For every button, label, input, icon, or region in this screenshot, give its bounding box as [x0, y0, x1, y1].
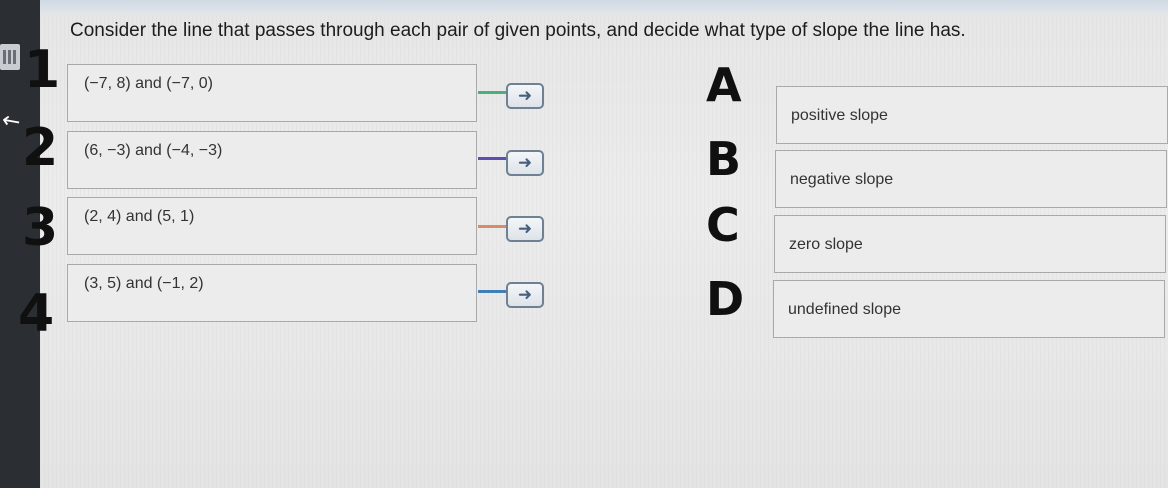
item-number-2: 2	[22, 118, 59, 178]
question-box-2[interactable]: (6, −3) and (−4, −3)	[67, 131, 477, 189]
answer-box-b[interactable]: negative slope	[775, 150, 1167, 208]
question-text: (2, 4) and (5, 1)	[84, 208, 195, 225]
match-button-1[interactable]: ➜	[506, 83, 544, 109]
question-box-3[interactable]: (2, 4) and (5, 1)	[67, 197, 477, 255]
match-button-2[interactable]: ➜	[506, 150, 544, 176]
calculator-icon[interactable]	[0, 44, 20, 70]
answer-box-d[interactable]: undefined slope	[773, 280, 1165, 338]
arrow-right-icon: ➜	[517, 219, 533, 238]
answer-letter-b: B	[706, 132, 742, 186]
item-number-3: 3	[22, 198, 59, 258]
question-box-1[interactable]: (−7, 8) and (−7, 0)	[67, 64, 477, 122]
answer-text: zero slope	[789, 236, 863, 253]
answer-letter-a: A	[706, 58, 742, 112]
question-prompt: Consider the line that passes through ea…	[70, 20, 966, 41]
question-text: (−7, 8) and (−7, 0)	[84, 75, 213, 92]
match-button-3[interactable]: ➜	[506, 216, 544, 242]
answer-letter-d: D	[706, 272, 745, 326]
connector-line-4	[478, 290, 508, 293]
answer-text: positive slope	[791, 107, 888, 124]
answer-box-a[interactable]: positive slope	[776, 86, 1168, 144]
answer-text: undefined slope	[788, 301, 901, 318]
answer-text: negative slope	[790, 171, 894, 188]
connector-line-2	[478, 157, 508, 160]
question-text: (6, −3) and (−4, −3)	[84, 142, 223, 159]
connector-line-3	[478, 225, 508, 228]
arrow-right-icon: ➜	[517, 86, 533, 105]
top-strip	[40, 0, 1168, 14]
arrow-right-icon: ➜	[517, 285, 533, 304]
connector-line-1	[478, 91, 508, 94]
item-number-1: 1	[24, 40, 61, 100]
answer-letter-c: C	[706, 198, 740, 252]
arrow-right-icon: ➜	[517, 153, 533, 172]
question-box-4[interactable]: (3, 5) and (−1, 2)	[67, 264, 477, 322]
answer-box-c[interactable]: zero slope	[774, 215, 1166, 273]
question-text: (3, 5) and (−1, 2)	[84, 275, 204, 292]
item-number-4: 4	[18, 284, 55, 344]
match-button-4[interactable]: ➜	[506, 282, 544, 308]
